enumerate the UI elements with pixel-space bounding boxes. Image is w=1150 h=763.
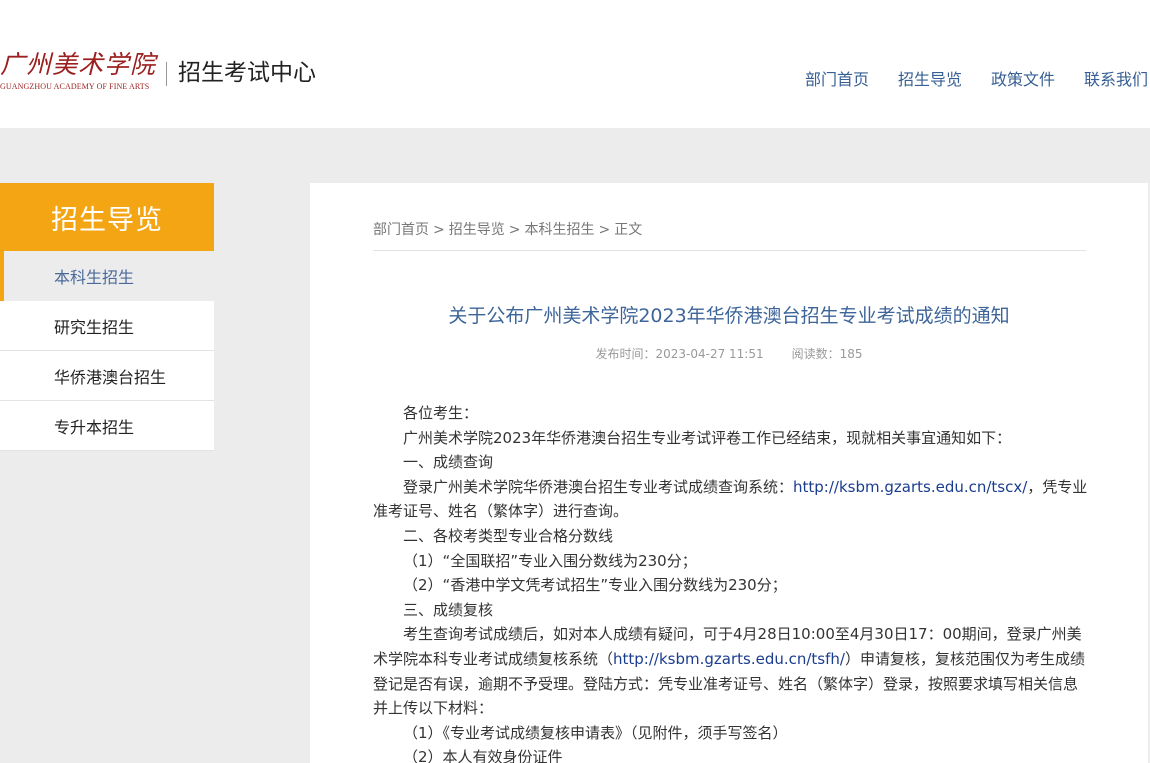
article-title: 关于公布广州美术学院2023年华侨港澳台招生专业考试成绩的通知: [448, 305, 1010, 327]
breadcrumb-divider: [373, 250, 1086, 251]
site-header: 广州美术学院 GUANGZHOU ACADEMY OF FINE ARTS 招生…: [0, 0, 1150, 128]
sidebar-heading: 招生导览: [0, 183, 214, 251]
breadcrumb-separator: >: [433, 222, 445, 238]
top-nav: 部门首页 招生导览 政策文件 联系我们: [776, 68, 1148, 92]
article-meta: 发布时间：2023-04-27 11:51 阅读数：185: [310, 345, 1148, 362]
breadcrumb-guide[interactable]: 招生导览: [449, 222, 505, 238]
academy-logo[interactable]: 广州美术学院 GUANGZHOU ACADEMY OF FINE ARTS: [0, 50, 160, 94]
breadcrumb: 部门首页 > 招生导览 > 本科生招生 > 正文: [373, 219, 642, 239]
list-item: （2）本人有效身份证件: [403, 748, 563, 763]
logo-english-text: GUANGZHOU ACADEMY OF FINE ARTS: [0, 82, 150, 91]
breadcrumb-home[interactable]: 部门首页: [373, 222, 429, 238]
publish-time: 发布时间：2023-04-27 11:51: [595, 347, 764, 361]
logo-divider: [166, 62, 167, 86]
sidebar-item-graduate[interactable]: 研究生招生: [0, 301, 214, 351]
logo-script-text: 广州美术学院: [0, 50, 157, 79]
sidebar-item-overseas[interactable]: 华侨港澳台招生: [0, 351, 214, 401]
sidebar-item-upgrade[interactable]: 专升本招生: [0, 401, 214, 451]
nav-home[interactable]: 部门首页: [805, 68, 869, 92]
article-panel: 部门首页 > 招生导览 > 本科生招生 > 正文 关于公布广州美术学院2023年华侨港澳台招…: [310, 183, 1148, 763]
intro-paragraph: 广州美术学院2023年华侨港澳台招生专业考试评卷工作已经结束，现就相关事宜通知如…: [403, 428, 1012, 447]
breadcrumb-undergraduate[interactable]: 本科生招生: [524, 222, 594, 238]
list-item: （1）《专业考试成绩复核申请表》（见附件，须手写签名）: [403, 723, 788, 742]
sidebar: 招生导览 本科生招生 研究生招生 华侨港澳台招生 专升本招生: [0, 183, 214, 451]
score-review-link[interactable]: http://ksbm.gzarts.edu.cn/tsfh/: [613, 650, 845, 668]
breadcrumb-current: 正文: [614, 222, 643, 238]
read-count: 阅读数：185: [791, 347, 863, 361]
nav-contact-us[interactable]: 联系我们: [1084, 68, 1148, 92]
article-body: 各位考生： 广州美术学院2023年华侨港澳台招生专业考试评卷工作已经结束，现就相…: [373, 401, 1088, 763]
nav-policy-docs[interactable]: 政策文件: [991, 68, 1055, 92]
nav-admissions-guide[interactable]: 招生导览: [898, 68, 962, 92]
sidebar-item-undergraduate[interactable]: 本科生招生: [0, 251, 214, 301]
score-query-link[interactable]: http://ksbm.gzarts.edu.cn/tscx/: [793, 478, 1027, 496]
greeting: 各位考生：: [403, 404, 479, 422]
review-paragraph: 考生查询考试成绩后，如对本人成绩有疑问，可于4月28日10:00至4月30日17…: [373, 622, 1088, 720]
section-heading: 二、各校考类型专业合格分数线: [403, 526, 614, 545]
sidebar-heading-label: 招生导览: [51, 204, 163, 236]
breadcrumb-separator: >: [598, 222, 611, 238]
list-item: （2）“香港中学文凭考试招生”专业入围分数线为230分；: [403, 576, 787, 595]
section-heading: 三、成绩复核: [403, 600, 494, 619]
breadcrumb-separator: >: [508, 222, 521, 238]
query-paragraph: 登录广州美术学院华侨港澳台招生专业考试成绩查询系统：http://ksbm.gz…: [373, 475, 1088, 524]
section-heading: 一、成绩查询: [403, 453, 494, 472]
list-item: （1）“全国联招”专业入围分数线为230分；: [403, 551, 697, 570]
query-text-pre: 登录广州美术学院华侨港澳台招生专业考试成绩查询系统：: [403, 477, 794, 496]
site-title: 招生考试中心: [178, 60, 316, 86]
